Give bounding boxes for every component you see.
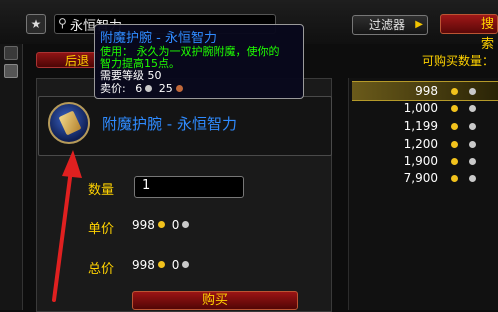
silver-coin-icon [182,261,190,268]
quantity-label: 数量 [88,183,115,198]
available-quantity-label: 可购买数量： [422,54,495,68]
price-list-row[interactable]: 998 [352,81,498,101]
silver-coin-icon [469,105,476,112]
buy-button[interactable]: 购买 [132,291,298,310]
gold-coin-icon [451,141,458,148]
triangle-right-icon: ▶ [415,19,423,30]
tooltip-sell-price: 卖价: 6 25 [100,80,186,96]
price-list-row[interactable]: 1,199 [352,117,498,135]
row-gold: 1,199 [403,119,438,133]
star-icon: ★ [30,17,42,31]
silver-coin-icon [469,175,476,182]
scroll-up-button[interactable] [4,46,18,60]
silver-coin-icon [469,141,476,148]
silver-coin-icon [469,123,476,130]
copper-coin-icon [175,84,183,92]
silver-coin-icon [145,84,153,92]
silver-coin-icon [469,88,476,95]
gold-coin-icon [157,221,165,228]
price-list-row[interactable]: 1,000 [352,99,498,117]
row-gold: 1,900 [403,154,438,168]
quantity-input[interactable] [134,176,244,198]
gold-coin-icon [451,88,458,95]
sell-silver: 6 [135,82,143,95]
price-list-row[interactable]: 1,200 [352,135,498,153]
left-scroll-strip [0,44,23,310]
unit-price-label: 单价 [88,222,115,237]
quantity-value: 1 [142,178,151,193]
unit-price: 998 0 [132,218,192,232]
search-button[interactable]: 搜索 [440,14,498,52]
filter-button[interactable]: 过滤器 ▶ [352,15,428,35]
silver-coin-icon [469,158,476,165]
gold-coin-icon [451,105,458,112]
price-list-row[interactable]: 1,900 [352,152,498,170]
row-gold: 7,900 [403,171,438,185]
sell-label: 卖价: [100,82,126,95]
back-button[interactable]: 后退 [36,52,100,68]
gold-coin-icon [451,158,458,165]
favorite-star-button[interactable]: ★ [26,14,46,34]
row-gold: 1,200 [403,137,438,151]
total-price-label: 总价 [88,262,115,277]
row-gold: 998 [415,84,438,98]
item-name[interactable]: 附魔护腕 - 永恒智力 [102,113,237,134]
enchant-scroll-icon[interactable] [48,102,90,144]
row-gold: 1,000 [403,101,438,115]
scrollbar-thumb[interactable] [4,64,18,78]
unit-price-silver: 0 [171,218,180,232]
gold-coin-icon [451,175,458,182]
silver-coin-icon [182,221,190,228]
total-price-gold: 998 [132,258,155,272]
total-price: 998 0 [132,258,192,272]
unit-price-gold: 998 [132,218,155,232]
sell-copper: 25 [158,82,173,95]
price-list-row[interactable]: 7,900 [352,169,498,187]
gold-coin-icon [451,123,458,130]
filter-button-label: 过滤器 [369,18,406,32]
total-price-silver: 0 [171,258,180,272]
gold-coin-icon [157,261,165,268]
